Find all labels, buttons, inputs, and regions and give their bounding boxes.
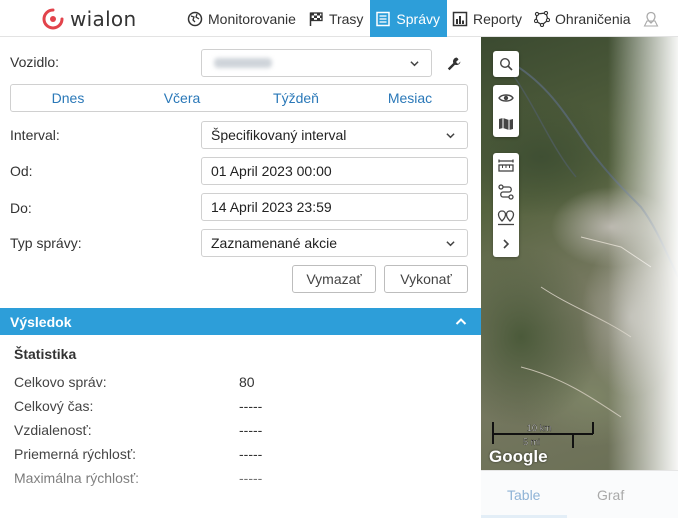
nav-monitoring[interactable]: Monitorovanie	[182, 0, 303, 37]
tab-yesterday[interactable]: Včera	[125, 85, 239, 111]
logo-mark-icon	[42, 8, 64, 30]
result-view-tabs: Table Graf	[481, 470, 678, 518]
to-datetime-input[interactable]: 14 April 2023 23:59	[201, 193, 468, 221]
vehicle-label: Vozidlo:	[10, 54, 60, 70]
scale-mi-label: 5 mi	[523, 437, 540, 447]
tab-table[interactable]: Table	[507, 487, 540, 503]
map-search-button[interactable]	[493, 51, 519, 77]
nav-label: Reporty	[473, 10, 523, 27]
stat-total-time-value: -----	[239, 398, 263, 414]
chevron-down-icon	[446, 241, 455, 247]
to-value: 14 April 2023 23:59	[211, 199, 332, 215]
map-route-button[interactable]	[493, 179, 519, 205]
stat-distance-value: -----	[239, 422, 263, 438]
from-value: 01 April 2023 00:00	[211, 163, 332, 179]
period-tabs: Dnes Včera Týždeň Mesiac	[10, 84, 468, 112]
tab-today[interactable]: Dnes	[11, 85, 125, 111]
search-icon	[499, 57, 513, 71]
chart-icon	[452, 11, 468, 26]
eye-icon	[498, 94, 514, 102]
to-label: Do:	[10, 200, 32, 216]
tab-graph[interactable]: Graf	[597, 487, 624, 503]
execute-button[interactable]: Vykonať	[384, 265, 468, 293]
nav-label: Správy	[396, 10, 440, 27]
panel-fade	[0, 457, 481, 518]
vehicle-name-redacted	[214, 58, 272, 68]
map-pin-icon	[643, 11, 658, 27]
map-view[interactable]: 10 km 5 mi Google	[481, 37, 678, 470]
stat-total-messages-value: 80	[239, 374, 255, 390]
interval-value: Špecifikovaný interval	[211, 127, 347, 143]
chevron-up-icon	[455, 318, 467, 325]
stat-total-messages-label: Celkovo správ:	[14, 374, 107, 390]
geofence-icon	[534, 10, 551, 27]
map-edge-fade	[608, 37, 678, 470]
nav-reports[interactable]: Reporty	[447, 0, 529, 37]
map-scale-bar: 10 km 5 mi	[492, 422, 594, 448]
map-expand-tools-button[interactable]	[493, 231, 519, 257]
messages-panel: Vozidlo: Dnes Včera Týždeň Mesiac Interv…	[0, 37, 481, 518]
nav-label: Trasy	[328, 10, 364, 27]
map-ruler-button[interactable]	[493, 153, 519, 179]
nav-label: Ohraničenia	[555, 10, 631, 27]
logo-text: wialon	[70, 7, 137, 31]
vehicle-select[interactable]	[201, 49, 432, 77]
nav-messages[interactable]: Správy	[370, 0, 447, 37]
map-visibility-button[interactable]	[493, 85, 519, 111]
message-type-value: Zaznamenané akcie	[211, 235, 338, 251]
wialon-logo[interactable]: wialon	[42, 6, 136, 32]
nav-more[interactable]	[638, 0, 671, 37]
chevron-down-icon	[446, 133, 455, 139]
google-attribution: Google	[489, 447, 548, 466]
stat-max-speed-value: -----	[239, 470, 263, 486]
map-search-group	[493, 51, 519, 77]
tab-week[interactable]: Týždeň	[239, 85, 353, 111]
stat-avg-speed-label: Priemerná rýchlosť:	[14, 446, 136, 462]
list-icon	[376, 11, 391, 26]
map-tools-group	[493, 153, 519, 257]
map-markers-button[interactable]	[493, 205, 519, 231]
map-icon	[499, 118, 513, 130]
message-type-label: Typ správy:	[10, 235, 82, 251]
map-view-group	[493, 85, 519, 137]
nav-label: Monitorovanie	[208, 10, 296, 27]
globe-icon	[187, 11, 203, 26]
tab-month[interactable]: Mesiac	[353, 85, 467, 111]
result-header[interactable]: Výsledok	[0, 308, 481, 335]
stat-distance-label: Vzdialenosť:	[14, 422, 92, 438]
main-nav: Monitorovanie Trasy Správy Reporty Ohran…	[182, 0, 671, 37]
location-pins-icon	[497, 210, 515, 226]
nav-geofences[interactable]: Ohraničenia	[529, 0, 638, 37]
result-title: Výsledok	[10, 313, 72, 330]
stat-avg-speed-value: -----	[239, 446, 263, 462]
clear-button[interactable]: Vymazať	[292, 265, 376, 293]
chevron-right-icon	[503, 239, 510, 249]
route-icon	[498, 184, 514, 200]
message-type-select[interactable]: Zaznamenané akcie	[201, 229, 468, 257]
wrench-icon[interactable]	[446, 56, 462, 72]
top-bar: wialon Monitorovanie Trasy Správy Report…	[0, 0, 678, 37]
interval-label: Interval:	[10, 127, 60, 143]
map-layers-button[interactable]	[493, 111, 519, 137]
stat-max-speed-label: Maximálna rýchlosť:	[14, 470, 140, 486]
stat-total-time-label: Celkový čas:	[14, 398, 94, 414]
from-label: Od:	[10, 163, 33, 179]
from-datetime-input[interactable]: 01 April 2023 00:00	[201, 157, 468, 185]
ruler-icon	[498, 159, 514, 172]
interval-select[interactable]: Špecifikovaný interval	[201, 121, 468, 149]
statistics-title: Štatistika	[14, 346, 77, 362]
flag-icon	[309, 11, 323, 26]
chevron-down-icon	[410, 61, 419, 67]
nav-tracks[interactable]: Trasy	[303, 0, 370, 37]
scale-km-label: 10 km	[527, 423, 552, 433]
